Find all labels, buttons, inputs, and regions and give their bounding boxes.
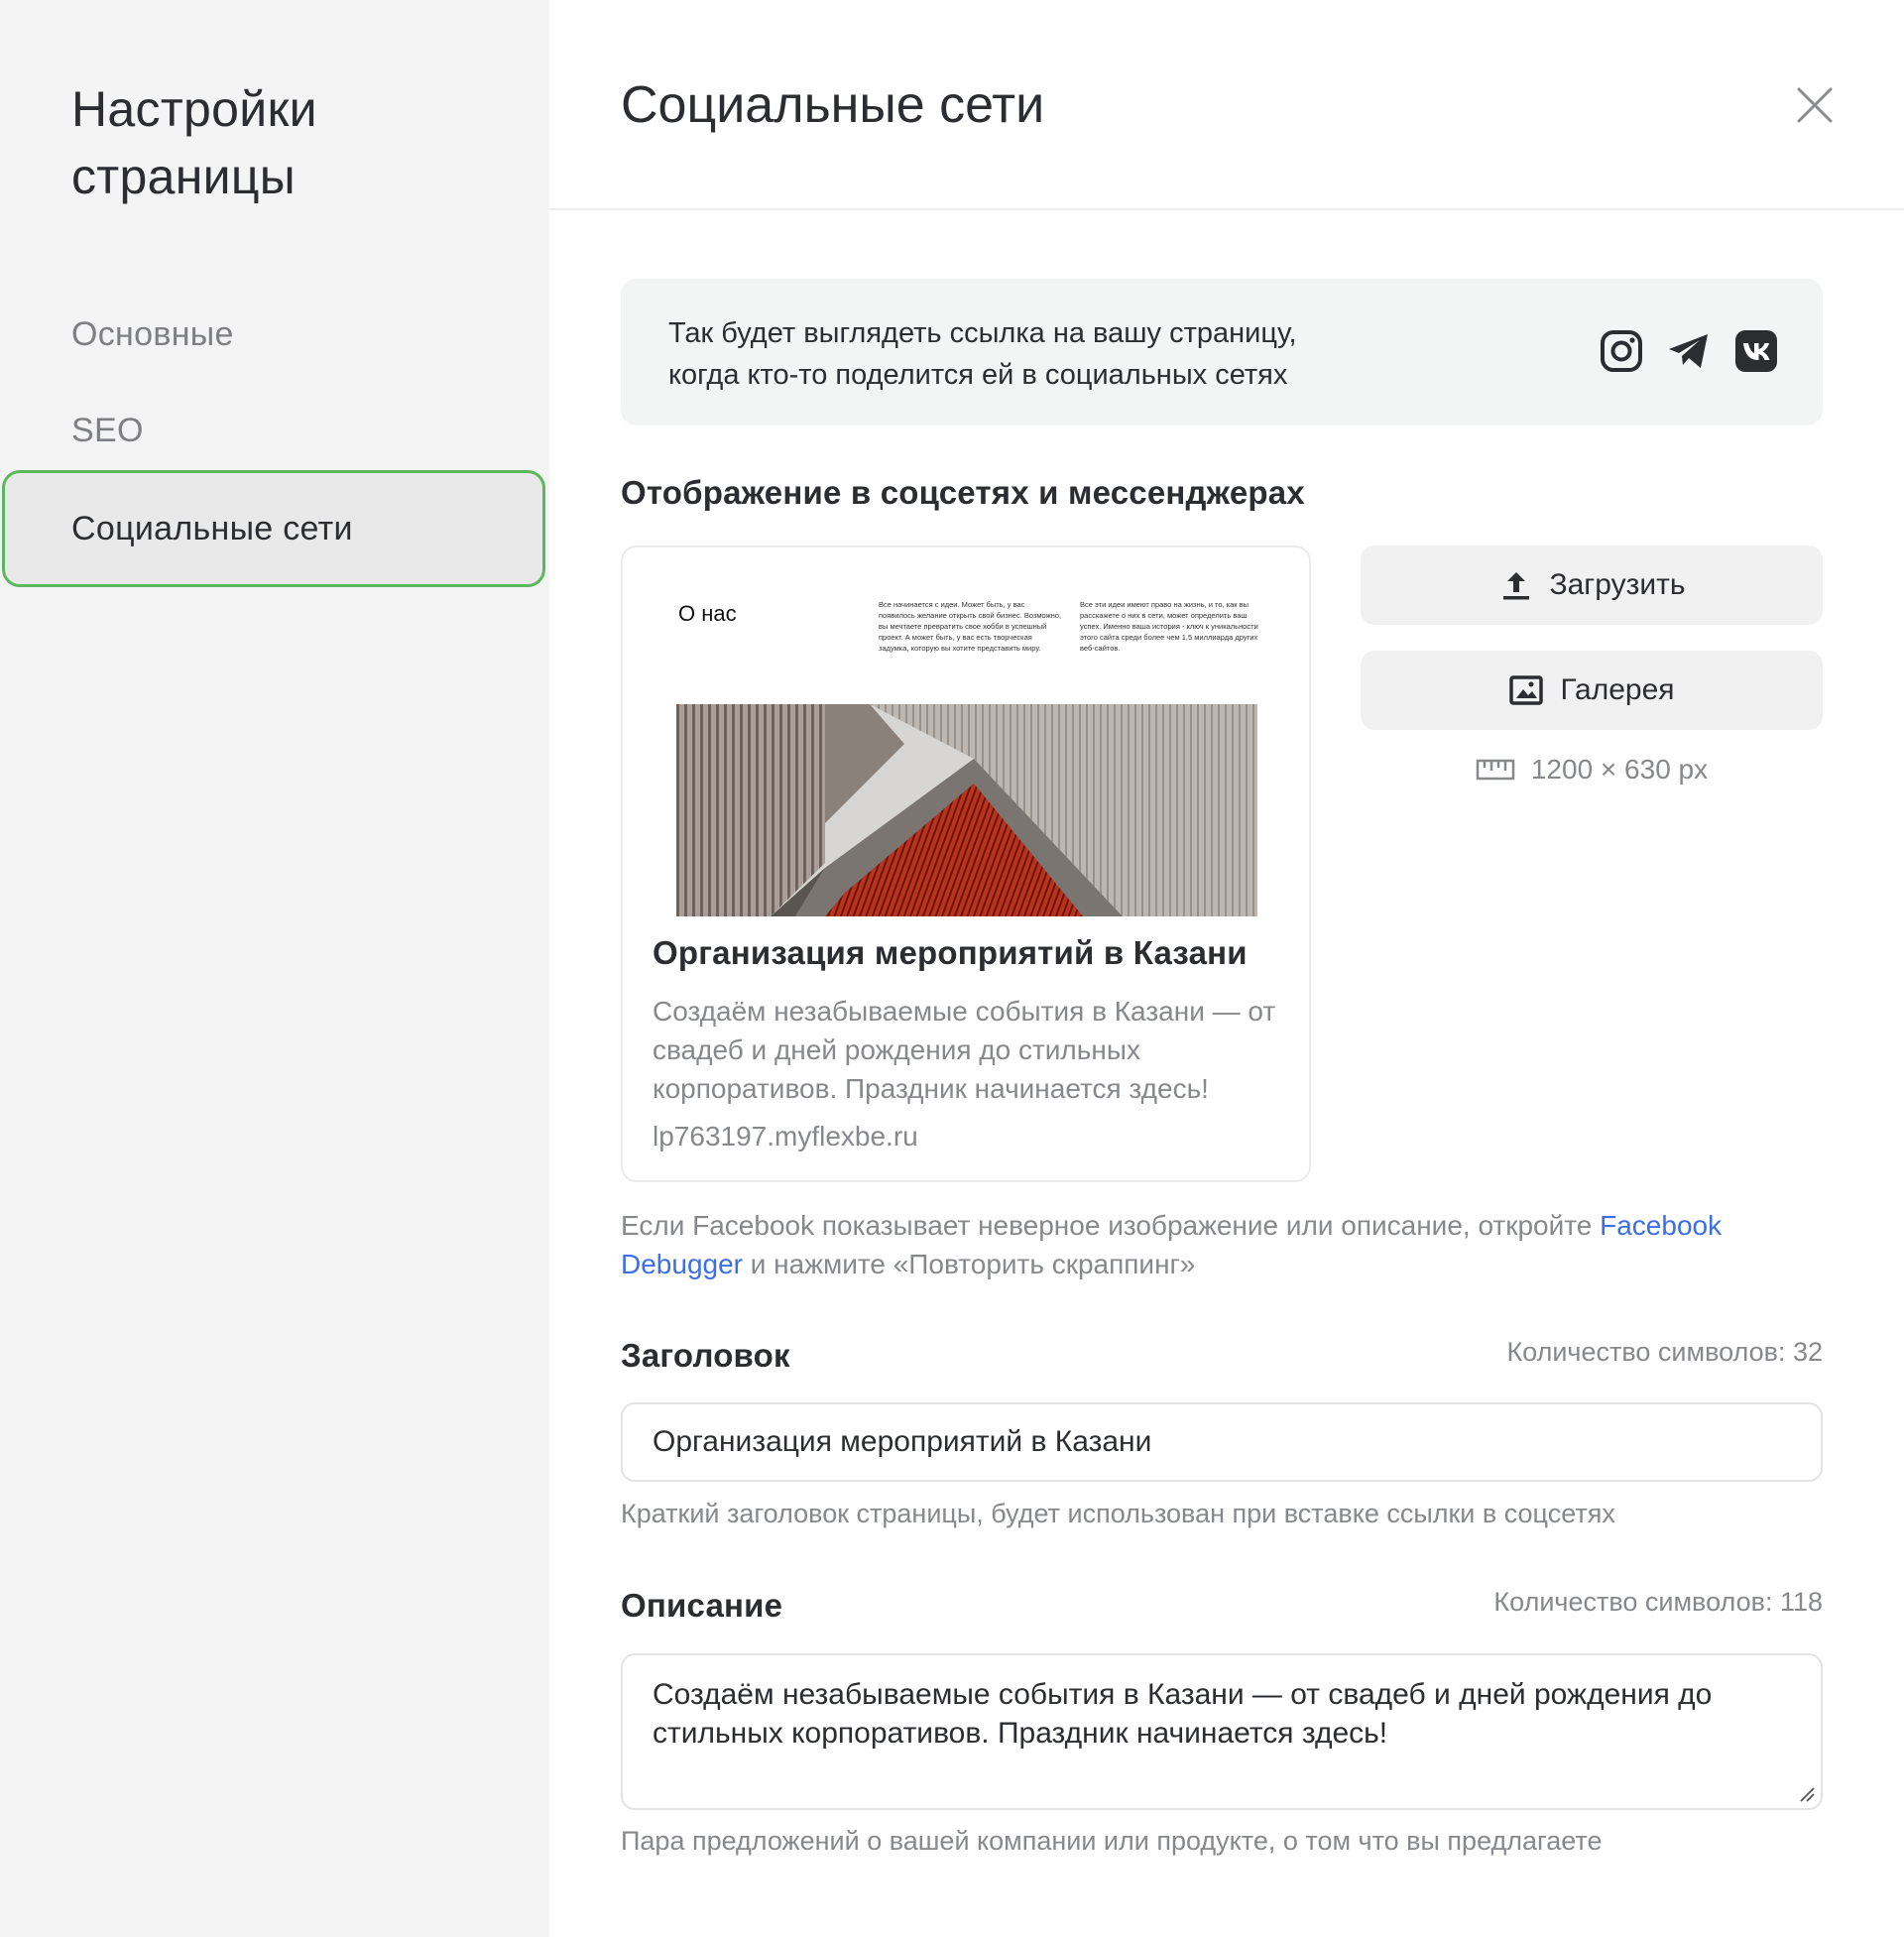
sidebar-title-line1: Настройки <box>71 81 317 137</box>
main-header: Социальные сети <box>549 0 1904 210</box>
description-textarea[interactable]: Создаём незабываемые события в Казани — … <box>621 1653 1823 1810</box>
section-title: Отображение в соцсетях и мессенджерах <box>621 474 1305 511</box>
thumbnail-heading: О нас <box>678 601 737 626</box>
preview-title: Организация мероприятий в Казани <box>653 934 1248 971</box>
description-value: Создаём незабываемые события в Казани — … <box>653 1678 1713 1750</box>
sidebar-title-line2: страницы <box>71 149 297 204</box>
preview-thumbnail: О нас Все начинается с идеи. Может быть,… <box>676 595 1258 916</box>
vk-icon <box>1735 330 1777 372</box>
share-info-line2: когда кто-то поделится ей в социальных с… <box>668 359 1288 391</box>
main-panel: Социальные сети Так будет выглядеть ссыл… <box>549 0 1904 1937</box>
title-char-count: Количество символов: 32 <box>1506 1337 1823 1367</box>
fb-note-before: Если Facebook показывает неверное изобра… <box>621 1210 1601 1241</box>
facebook-debugger-note: Если Facebook показывает неверное изобра… <box>621 1206 1823 1283</box>
thumbnail-building-image <box>676 704 1257 916</box>
thumbnail-text-col1: Все начинается с идеи. Может быть, у вас… <box>879 600 1062 653</box>
title-field-hint: Краткий заголовок страницы, будет исполь… <box>621 1499 1615 1528</box>
description-field-hint: Пара предложений о вашей компании или пр… <box>621 1826 1603 1856</box>
page-title: Социальные сети <box>621 76 1045 134</box>
description-field-label: Описание <box>621 1587 783 1624</box>
share-preview-card: О нас Все начинается с идеи. Может быть,… <box>621 545 1311 1182</box>
image-icon <box>1509 675 1544 705</box>
preview-url: lp763197.myflexbe.ru <box>653 1121 918 1151</box>
gallery-button-label: Галерея <box>1560 673 1675 706</box>
preview-description: Создаём незабываемые события в Казани — … <box>653 996 1276 1104</box>
image-size-text: 1200 × 630 px <box>1530 754 1709 785</box>
upload-icon <box>1502 572 1529 600</box>
resize-handle-icon[interactable] <box>1797 1784 1815 1802</box>
description-char-count: Количество символов: 118 <box>1493 1587 1823 1617</box>
thumbnail-text-col2: Все эти идеи имеют право на жизнь, и то,… <box>1080 600 1258 653</box>
sidebar-title: Настройки страницы <box>71 75 317 210</box>
fb-note-after: и нажмите «Повторить скраппинг» <box>742 1249 1196 1279</box>
share-info-line1: Так будет выглядеть ссылка на вашу стран… <box>668 317 1297 349</box>
social-icons <box>1599 328 1779 374</box>
upload-button-label: Загрузить <box>1549 568 1686 601</box>
share-info-text: Так будет выглядеть ссылка на вашу стран… <box>668 312 1462 396</box>
title-field-label: Заголовок <box>621 1337 790 1374</box>
image-size-info: 1200 × 630 px <box>1361 754 1823 786</box>
sidebar: Настройки страницы Основные SEO Социальн… <box>0 0 549 1937</box>
title-input[interactable]: Организация мероприятий в Казани <box>621 1402 1823 1482</box>
instagram-icon <box>1601 330 1642 372</box>
close-icon[interactable] <box>1793 83 1837 127</box>
share-info-box: Так будет выглядеть ссылка на вашу стран… <box>621 279 1823 425</box>
ruler-icon <box>1476 759 1515 781</box>
sidebar-item-social[interactable]: Социальные сети <box>2 470 545 587</box>
upload-button[interactable]: Загрузить <box>1361 545 1823 625</box>
gallery-button[interactable]: Галерея <box>1361 651 1823 730</box>
telegram-icon <box>1669 334 1708 368</box>
